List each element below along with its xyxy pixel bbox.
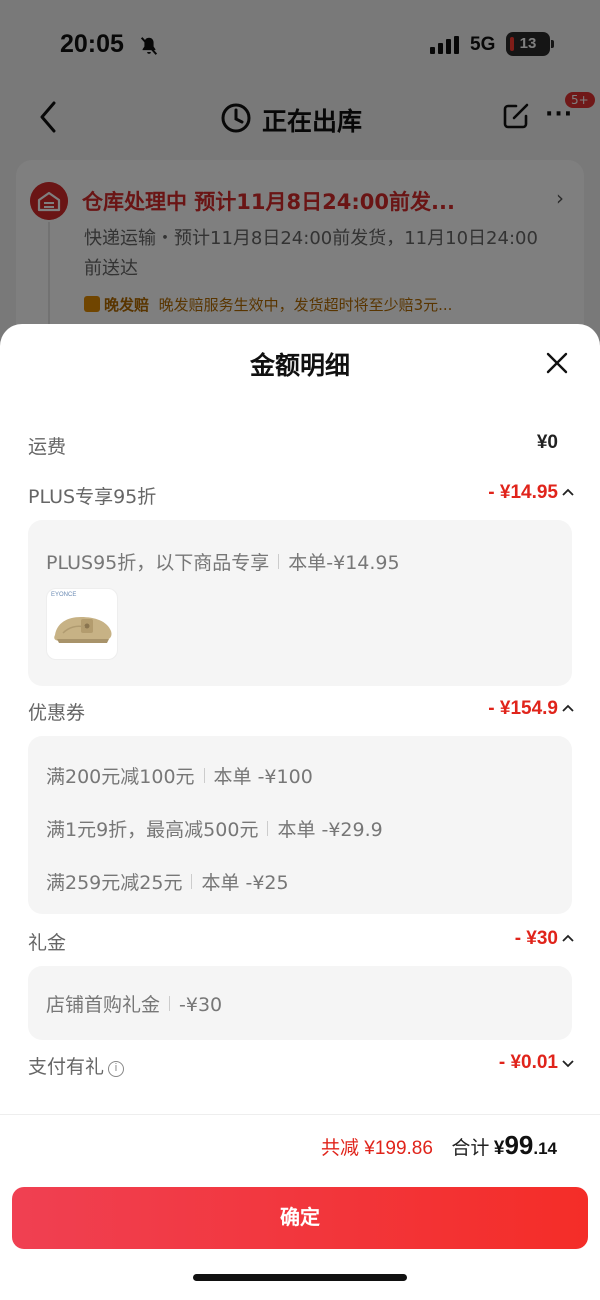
payment-reward-label: 支付有礼 i <box>28 1052 125 1079</box>
shipping-row: 运费 ¥0 <box>28 432 574 462</box>
clog-shoe-image <box>54 617 112 643</box>
info-icon[interactable]: i <box>108 1061 125 1077</box>
product-brand-logo: EYONCE <box>51 592 77 598</box>
total-savings: 共减 ¥199.86 <box>320 1138 433 1159</box>
gift-money-detail: 店铺首购礼金 -¥30 <box>28 966 572 1040</box>
coupon-row[interactable]: 优惠券 - ¥154.9 <box>28 698 574 728</box>
sheet-header: 金额明细 <box>0 324 600 402</box>
sheet-footer: 共减 ¥199.86 合计 ¥99.14 确定 <box>0 1114 600 1300</box>
total-integer: 99 <box>504 1130 534 1160</box>
total-currency: ¥ <box>493 1138 505 1159</box>
total-decimal: .14 <box>533 1139 557 1158</box>
confirm-button[interactable]: 确定 <box>12 1187 588 1249</box>
chevron-down-icon[interactable] <box>562 1057 574 1069</box>
gift-money-value: - ¥30 <box>514 928 558 949</box>
amount-detail-list: 运费 ¥0 PLUS专享95折 - ¥14.95 PLUS95折，以下商品专享本… <box>12 402 588 1102</box>
payment-reward-value: - ¥0.01 <box>498 1052 558 1073</box>
coupon-item: 满259元减25元 本单 -¥25 <box>46 872 289 894</box>
sheet-title: 金额明细 <box>249 351 350 380</box>
shipping-value: ¥0 <box>536 432 558 453</box>
chevron-up-icon[interactable] <box>562 487 574 499</box>
amount-detail-sheet: 金额明细 运费 ¥0 PLUS专享95折 - ¥14.95 PLUS95折，以下… <box>0 324 600 1300</box>
plus-discount-row[interactable]: PLUS专享95折 - ¥14.95 <box>28 482 574 512</box>
order-totals: 共减 ¥199.86 合计 ¥99.14 <box>321 1130 557 1161</box>
chevron-up-icon[interactable] <box>562 933 574 945</box>
coupon-detail: 满200元减100元 本单 -¥100 满1元9折，最高减500元 本单 -¥29.… <box>28 736 572 914</box>
coupon-value: - ¥154.9 <box>488 698 558 719</box>
coupon-label: 优惠券 <box>28 702 86 724</box>
close-icon[interactable] <box>545 351 569 375</box>
gift-detail-line: 店铺首购礼金 -¥30 <box>46 994 223 1016</box>
plus-discount-label: PLUS专享95折 <box>28 486 157 508</box>
gift-money-row[interactable]: 礼金 - ¥30 <box>28 928 574 958</box>
plus-discount-detail: PLUS95折，以下商品专享 本单-¥14.95 EYONCE <box>28 520 572 686</box>
coupon-item: 满1元9折，最高减500元 本单 -¥29.9 <box>46 819 383 841</box>
plus-detail-line: PLUS95折，以下商品专享 本单-¥14.95 <box>46 552 400 574</box>
footer-divider <box>0 1114 600 1115</box>
coupon-item: 满200元减100元 本单 -¥100 <box>46 766 313 788</box>
payment-reward-row[interactable]: 支付有礼 i - ¥0.01 <box>28 1052 574 1082</box>
plus-discount-value: - ¥14.95 <box>488 482 558 503</box>
home-indicator[interactable] <box>193 1274 407 1281</box>
gift-money-label: 礼金 <box>28 932 67 954</box>
total-label: 合计 <box>451 1138 490 1159</box>
product-thumbnail[interactable]: EYONCE <box>46 588 118 660</box>
shipping-label: 运费 <box>28 436 67 458</box>
chevron-up-icon[interactable] <box>562 703 574 715</box>
